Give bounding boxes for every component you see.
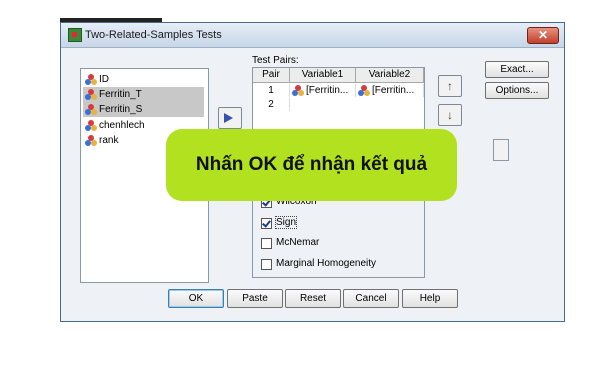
- column-header-variable1: Variable1: [290, 68, 356, 83]
- window-title: Two-Related-Samples Tests: [85, 29, 222, 41]
- variable1-cell[interactable]: [Ferritin...: [290, 84, 356, 97]
- right-arrow-icon: [224, 113, 233, 123]
- reset-button[interactable]: Reset: [285, 289, 341, 308]
- scale-variable-icon: [292, 85, 304, 96]
- test-type-group: Wilcoxon Sign McNemar Marginal Homogenei…: [252, 188, 425, 278]
- column-header-pair: Pair: [253, 68, 290, 83]
- list-item-id[interactable]: ID: [83, 72, 204, 87]
- variable2-cell[interactable]: [Ferritin...: [356, 84, 424, 97]
- checkbox-icon: [261, 258, 272, 270]
- options-button[interactable]: Options...: [485, 82, 549, 99]
- list-item-ferritin-t[interactable]: Ferritin_T: [83, 87, 204, 102]
- close-button[interactable]: ✕: [527, 27, 559, 44]
- down-arrow-icon: ↓: [447, 108, 453, 122]
- sign-checkbox[interactable]: Sign: [261, 216, 298, 231]
- scale-variable-icon: [85, 89, 97, 100]
- checkbox-icon: [261, 237, 272, 249]
- cancel-button[interactable]: Cancel: [343, 289, 399, 308]
- marginal-homogeneity-checkbox[interactable]: Marginal Homogeneity: [261, 258, 376, 272]
- help-button[interactable]: Help: [402, 289, 458, 308]
- test-pairs-label: Test Pairs:: [252, 55, 299, 66]
- paste-button[interactable]: Paste: [227, 289, 283, 308]
- scale-variable-icon: [85, 120, 97, 131]
- exact-button[interactable]: Exact...: [485, 61, 549, 78]
- title-bar: Two-Related-Samples Tests ✕: [61, 23, 564, 48]
- app-icon: [68, 28, 82, 42]
- partial-button[interactable]: [493, 139, 509, 161]
- scale-variable-icon: [85, 135, 97, 146]
- ok-button[interactable]: OK: [168, 289, 224, 308]
- scale-variable-icon: [85, 74, 97, 85]
- scale-variable-icon: [358, 85, 370, 96]
- scale-variable-icon: [85, 104, 97, 115]
- list-item-ferritin-s[interactable]: Ferritin_S: [83, 102, 204, 117]
- pair-cell[interactable]: 2: [253, 98, 290, 111]
- move-down-button[interactable]: ↓: [438, 104, 462, 126]
- move-right-button[interactable]: [218, 107, 242, 129]
- checkbox-checked-icon: [261, 217, 272, 229]
- move-up-button[interactable]: ↑: [438, 75, 462, 97]
- pair-cell[interactable]: 1: [253, 84, 290, 97]
- column-header-variable2: Variable2: [356, 68, 424, 83]
- mcnemar-checkbox[interactable]: McNemar: [261, 237, 319, 251]
- instruction-overlay: Nhấn OK để nhận kết quả: [166, 129, 457, 201]
- up-arrow-icon: ↑: [447, 79, 453, 93]
